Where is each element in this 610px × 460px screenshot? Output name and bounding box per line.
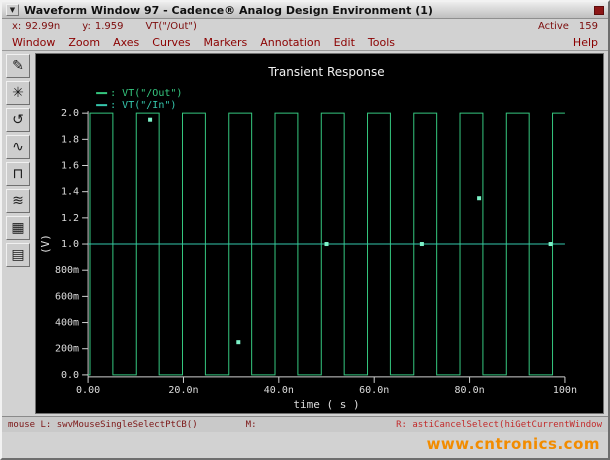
transient-response-plot[interactable]: 2.0 1.8 1.6 1.4 1.2 1.0 800m 600m 400m 200m 0.0 0.0… xyxy=(36,54,603,413)
svg-text:40.0n: 40.0n xyxy=(264,385,294,396)
svg-text:: VT("/In"): : VT("/In") xyxy=(110,100,176,111)
title-bar[interactable]: ▼ Waveform Window 97 - Cadence® Analog D… xyxy=(2,2,608,19)
svg-text:1.0: 1.0 xyxy=(61,239,79,250)
refresh-icon: ↺ xyxy=(12,112,24,128)
select-pen-icon: ✎ xyxy=(12,58,24,74)
cursor-y-label: y: xyxy=(82,21,91,32)
svg-text:60.0n: 60.0n xyxy=(359,385,389,396)
cursor-x-label: x: xyxy=(12,21,22,32)
menu-edit[interactable]: Edit xyxy=(334,36,355,49)
chevron-down-icon: ▼ xyxy=(9,5,16,14)
zoom-point-icon: ✳ xyxy=(12,85,24,101)
menu-tools[interactable]: Tools xyxy=(368,36,395,49)
svg-text:1.4: 1.4 xyxy=(61,187,79,198)
mouse-left-binding: mouse L: swvMouseSingleSelectPtCB() xyxy=(8,419,198,430)
tool-select-pen-button[interactable]: ✎ xyxy=(6,54,30,78)
tool-zoom-point-button[interactable]: ✳ xyxy=(6,81,30,105)
data-table-icon: ▤ xyxy=(11,247,25,263)
svg-text:1.2: 1.2 xyxy=(61,213,79,224)
window-corner-button[interactable] xyxy=(594,5,604,15)
tool-composite-plot-button[interactable]: ⊓ xyxy=(6,162,30,186)
svg-text:: VT("/Out"): : VT("/Out") xyxy=(110,88,182,99)
cursor-readout-bar: x: 92.99n y: 1.959 VT("/Out") Active 159 xyxy=(2,19,608,34)
composite-plot-icon: ⊓ xyxy=(12,166,24,182)
waveform-canvas[interactable]: 2.0 1.8 1.6 1.4 1.2 1.0 800m 600m 400m 200m 0.0 0.0… xyxy=(35,53,604,414)
active-value: 159 xyxy=(578,21,598,32)
svg-text:0.0: 0.0 xyxy=(61,370,79,381)
svg-text:(V): (V) xyxy=(39,234,52,254)
tool-strip-plot-button[interactable]: ∿ xyxy=(6,135,30,159)
svg-text:600m: 600m xyxy=(55,291,79,302)
waveform-window: ▼ Waveform Window 97 - Cadence® Analog D… xyxy=(0,0,610,460)
window-menu-button[interactable]: ▼ xyxy=(6,4,19,16)
menu-help[interactable]: Help xyxy=(573,36,598,49)
cursor-x-value: 92.99n xyxy=(25,21,61,32)
svg-text:20.0n: 20.0n xyxy=(168,385,198,396)
main-content: ✎ ✳ ↺ ∿ ⊓ ≋ ▦ ▤ 2.0 1.8 1.6 1.4 1.2 1.0 800m 600m 400m 2… xyxy=(2,51,608,416)
selected-trace-label: VT("/Out") xyxy=(145,21,197,32)
svg-text:time ( s ): time ( s ) xyxy=(293,398,359,411)
menu-bar: Window Zoom Axes Curves Markers Annotati… xyxy=(2,34,608,51)
tool-subplot-button[interactable]: ≋ xyxy=(6,189,30,213)
svg-text:0.00: 0.00 xyxy=(76,385,100,396)
strip-plot-icon: ∿ xyxy=(12,139,24,155)
svg-text:Transient Response: Transient Response xyxy=(267,65,384,79)
menu-annotation[interactable]: Annotation xyxy=(260,36,320,49)
cursor-y-readout: y: 1.959 xyxy=(82,21,123,32)
svg-text:1.6: 1.6 xyxy=(61,161,79,172)
menu-axes[interactable]: Axes xyxy=(113,36,139,49)
tool-palette: ✎ ✳ ↺ ∿ ⊓ ≋ ▦ ▤ xyxy=(2,51,34,416)
svg-text:100n: 100n xyxy=(553,385,577,396)
active-label: Active xyxy=(537,21,569,32)
window-title: Waveform Window 97 - Cadence® Analog Des… xyxy=(24,3,433,17)
menu-curves[interactable]: Curves xyxy=(152,36,190,49)
tool-refresh-button[interactable]: ↺ xyxy=(6,108,30,132)
status-bar: mouse L: swvMouseSingleSelectPtCB() M: R… xyxy=(2,416,608,432)
svg-text:2.0: 2.0 xyxy=(61,108,79,119)
watermark-text: www.cntronics.com xyxy=(426,435,600,453)
tool-data-table-button[interactable]: ▤ xyxy=(6,243,30,267)
calculator-grid-icon: ▦ xyxy=(11,220,25,236)
cursor-y-value: 1.959 xyxy=(94,21,124,32)
svg-text:800m: 800m xyxy=(55,265,79,276)
subplot-icon: ≋ xyxy=(12,193,24,209)
mouse-middle-binding: M: xyxy=(245,419,257,430)
svg-text:200m: 200m xyxy=(55,344,79,355)
svg-text:1.8: 1.8 xyxy=(61,134,79,145)
tool-calculator-grid-button[interactable]: ▦ xyxy=(6,216,30,240)
mouse-right-binding: R: astiCancelSelect(hiGetCurrentWindow xyxy=(396,419,602,430)
menu-markers[interactable]: Markers xyxy=(203,36,247,49)
menu-window[interactable]: Window xyxy=(12,36,55,49)
svg-text:80.0n: 80.0n xyxy=(454,385,484,396)
menu-zoom[interactable]: Zoom xyxy=(68,36,100,49)
active-status: Active 159 xyxy=(538,21,598,32)
cursor-x-readout: x: 92.99n xyxy=(12,21,60,32)
window-footer: www.cntronics.com xyxy=(2,432,608,456)
svg-text:400m: 400m xyxy=(55,318,79,329)
